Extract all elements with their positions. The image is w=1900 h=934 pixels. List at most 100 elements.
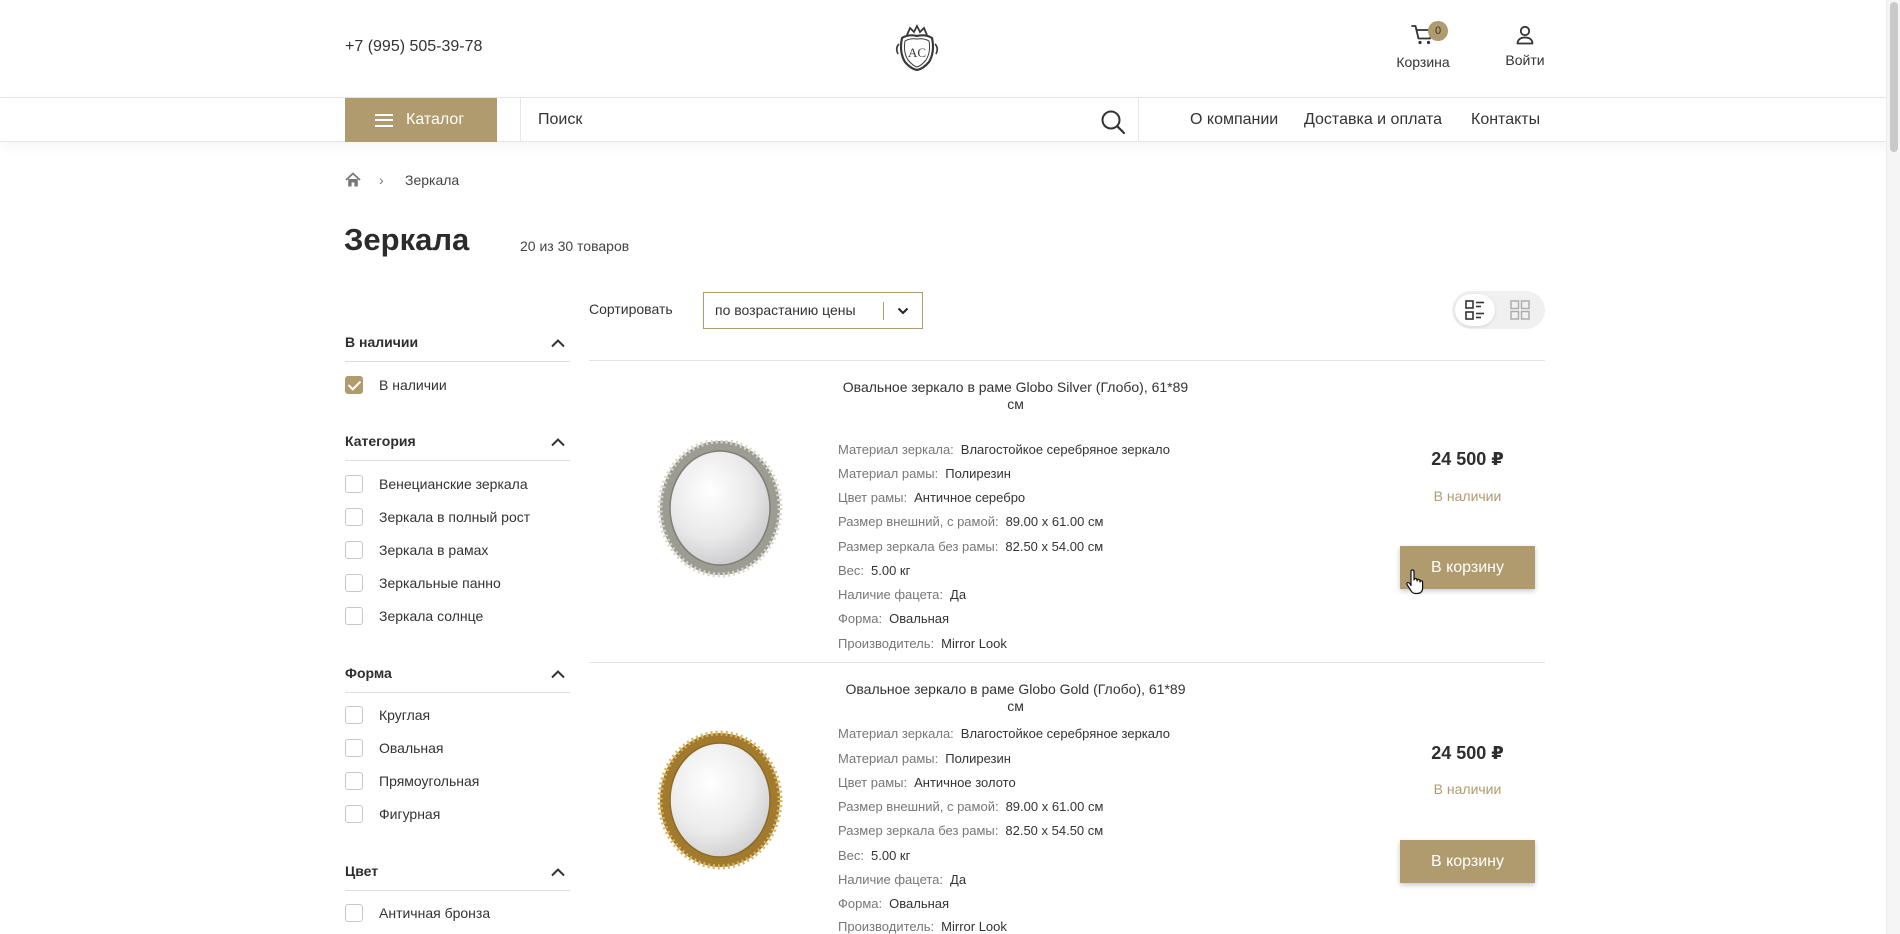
select-divider: [883, 302, 884, 320]
filter-option-figured[interactable]: Фигурная: [345, 804, 440, 824]
home-icon[interactable]: [345, 172, 361, 188]
search-input[interactable]: [522, 98, 1082, 141]
breadcrumb-current: Зеркала: [405, 172, 460, 188]
availability-status: В наличии: [1433, 488, 1502, 504]
product-title[interactable]: Овальное зеркало в раме Globo Gold (Глоб…: [838, 681, 1193, 715]
breadcrumb-separator: ›: [379, 172, 384, 188]
filter-header-category[interactable]: Категория: [345, 433, 570, 461]
grid-view-button[interactable]: [1500, 294, 1540, 326]
filter-option-oval[interactable]: Овальная: [345, 738, 444, 758]
checkbox[interactable]: [345, 541, 363, 559]
add-to-cart-button[interactable]: В корзину: [1400, 840, 1535, 883]
product-spec: Наличие фацета: Да: [838, 587, 967, 602]
filter-option-antique-bronze[interactable]: Античная бронза: [345, 903, 490, 923]
product-spec: Размер внешний, с рамой: 89.00 х 61.00 см: [838, 799, 1104, 814]
checkbox[interactable]: [345, 706, 363, 724]
filter-option-framed[interactable]: Зеркала в рамах: [345, 540, 488, 560]
cart-button[interactable]: 0 Корзина: [1393, 21, 1453, 70]
filter-title: Категория: [345, 433, 416, 449]
logo-icon[interactable]: AC: [893, 24, 941, 72]
filter-header-shape[interactable]: Форма: [345, 665, 570, 693]
sort-select[interactable]: по возрастанию цены: [703, 292, 923, 329]
product-divider: [589, 662, 1545, 663]
product-spec: Материал рамы: Полирезин: [838, 466, 1011, 481]
filter-option-round[interactable]: Круглая: [345, 705, 430, 725]
product-spec: Размер зеркала без рамы: 82.50 х 54.50 см: [838, 823, 1104, 838]
chevron-up-icon: [551, 868, 565, 877]
checkbox[interactable]: [345, 904, 363, 922]
filter-option-sun[interactable]: Зеркала солнце: [345, 606, 483, 626]
product-image[interactable]: [655, 730, 785, 870]
list-view-button[interactable]: [1455, 294, 1495, 326]
product-spec: Материал рамы: Полирезин: [838, 751, 1011, 766]
hand-pointer-icon: [1406, 569, 1424, 595]
product-spec: Размер внешний, с рамой: 89.00 х 61.00 см: [838, 514, 1104, 529]
filter-option-full-length[interactable]: Зеркала в полный рост: [345, 507, 530, 527]
checkbox[interactable]: [345, 508, 363, 526]
checkbox[interactable]: [345, 475, 363, 493]
product-title[interactable]: Овальное зеркало в раме Globo Silver (Гл…: [838, 379, 1193, 413]
product-spec: Производитель: Mirror Look: [838, 636, 1007, 651]
search-icon[interactable]: [1099, 108, 1127, 136]
menu-item-delivery[interactable]: Доставка и оплата: [1304, 111, 1442, 129]
product-spec: Форма: Овальная: [838, 896, 950, 911]
filter-option-in-stock[interactable]: В наличии: [345, 375, 447, 395]
product-spec: Материал зеркала: Влагостойкое серебряное…: [838, 442, 1170, 457]
product-divider: [589, 360, 1545, 361]
product-count: 20 из 30 товаров: [520, 238, 630, 254]
checkbox[interactable]: [345, 772, 363, 790]
site-header: +7 (995) 505-39-78 AC 0 Корзина Войти: [0, 0, 1900, 98]
menu-item-about[interactable]: О компании: [1190, 111, 1278, 129]
filter-title: В наличии: [345, 334, 419, 350]
page-title: Зеркала: [344, 222, 470, 257]
menu-item-contacts[interactable]: Контакты: [1471, 111, 1540, 129]
scrollbar-thumb[interactable]: [1890, 2, 1898, 152]
checkbox[interactable]: [345, 607, 363, 625]
scrollbar[interactable]: [1886, 0, 1900, 934]
nav-bar: Каталог О компании Доставка и оплата Кон…: [0, 98, 1900, 142]
sort-value: по возрастанию цены: [715, 302, 856, 318]
product-spec: Размер зеркала без рамы: 82.50 х 54.00 см: [838, 539, 1104, 554]
catalog-button[interactable]: Каталог: [345, 98, 497, 142]
login-label: Войти: [1505, 52, 1545, 68]
chevron-down-icon: [897, 307, 909, 315]
svg-text:AC: AC: [908, 45, 926, 60]
product-image[interactable]: [655, 440, 785, 580]
product-spec: Производитель: Mirror Look: [838, 919, 1007, 934]
header-phone[interactable]: +7 (995) 505-39-78: [345, 38, 482, 56]
checkbox[interactable]: [345, 739, 363, 757]
product-price: 24 500 ₽: [1431, 743, 1504, 763]
cart-label: Корзина: [1396, 54, 1450, 70]
filter-option-venetian[interactable]: Венецианские зеркала: [345, 474, 528, 494]
product-spec: Вес: 5.00 кг: [838, 848, 911, 863]
login-button[interactable]: Войти: [1503, 24, 1547, 68]
product-spec: Цвет рамы: Античное золото: [838, 775, 1016, 790]
product-price: 24 500 ₽: [1431, 449, 1504, 469]
product-spec: Вес: 5.00 кг: [838, 563, 911, 578]
filter-title: Цвет: [345, 863, 379, 879]
filter-option-rectangular[interactable]: Прямоугольная: [345, 771, 479, 791]
chevron-up-icon: [551, 339, 565, 348]
filter-header-in-stock[interactable]: В наличии: [345, 334, 570, 362]
checkbox[interactable]: [345, 805, 363, 823]
user-icon: [1516, 25, 1534, 45]
chevron-up-icon: [551, 670, 565, 679]
catalog-label: Каталог: [406, 111, 465, 128]
grid-view-icon: [1510, 300, 1530, 320]
view-toggle: [1452, 291, 1545, 329]
product-spec: Цвет рамы: Античное серебро: [838, 490, 1026, 505]
filter-title: Форма: [345, 665, 392, 681]
menu-icon: [375, 113, 393, 127]
list-view-icon: [1465, 300, 1484, 320]
filter-option-panels[interactable]: Зеркальные панно: [345, 573, 501, 593]
availability-status: В наличии: [1433, 781, 1502, 797]
checkbox[interactable]: [345, 574, 363, 592]
product-spec: Наличие фацета: Да: [838, 872, 967, 887]
product-spec: Форма: Овальная: [838, 611, 950, 626]
chevron-up-icon: [551, 438, 565, 447]
filter-header-color[interactable]: Цвет: [345, 863, 570, 891]
product-spec: Материал зеркала: Влагостойкое серебряное…: [838, 726, 1170, 741]
checkbox-checked[interactable]: [345, 376, 363, 394]
cart-count-badge: 0: [1428, 21, 1448, 41]
search-bar: [520, 98, 1139, 142]
